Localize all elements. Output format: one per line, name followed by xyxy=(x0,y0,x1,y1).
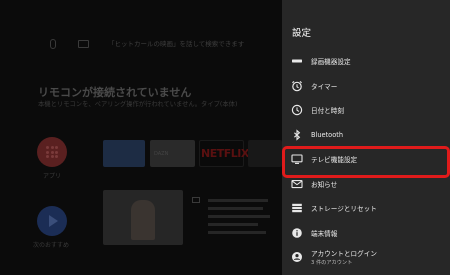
alarm-clock-icon xyxy=(291,80,303,92)
mail-icon xyxy=(291,178,303,190)
featured-text-line xyxy=(208,223,258,226)
settings-title: 設定 xyxy=(292,28,312,39)
settings-item-date-time[interactable]: 日付と時刻 xyxy=(282,98,450,123)
microphone-icon xyxy=(50,39,56,49)
recorder-icon xyxy=(291,55,303,67)
app-tile-2-label: DAZN xyxy=(154,151,169,157)
netflix-logo: NETFLIX xyxy=(201,147,249,160)
settings-panel: 設定 録画機器設定 タイマー 日付と時刻 Bluetooth テレビ機能設定 お… xyxy=(282,0,450,275)
settings-item-device-info[interactable]: 端末情報 xyxy=(282,221,450,246)
bluetooth-icon xyxy=(291,129,303,141)
settings-item-label: Bluetooth xyxy=(311,130,344,139)
settings-item-bluetooth[interactable]: Bluetooth xyxy=(282,123,450,148)
remote-not-connected-title: リモコンが接続されていません xyxy=(38,86,192,99)
settings-item-label: 日付と時刻 xyxy=(311,107,344,116)
play-triangle-icon xyxy=(49,215,58,227)
settings-item-label: テレビ機能設定 xyxy=(311,156,358,165)
featured-text-line xyxy=(208,215,270,218)
settings-item-label: ストレージとリセット xyxy=(311,205,377,214)
settings-item-notifications[interactable]: お知らせ xyxy=(282,172,450,197)
featured-text-line xyxy=(208,199,268,202)
settings-item-sublabel: 3 件のアカウント xyxy=(311,260,353,266)
search-hint: 「ヒットカールの映画」を話して検索できます xyxy=(108,40,245,48)
apps-grid-icon xyxy=(46,146,58,158)
clock-icon xyxy=(291,104,303,116)
apps-label: アプリ xyxy=(43,173,62,180)
settings-item-timer[interactable]: タイマー xyxy=(282,74,450,99)
settings-item-tv-settings[interactable]: テレビ機能設定 xyxy=(282,146,450,178)
storage-icon xyxy=(291,202,303,214)
info-icon xyxy=(291,227,303,239)
settings-item-accounts[interactable]: アカウントとログイン 3 件のアカウント xyxy=(282,245,450,270)
settings-item-storage-reset[interactable]: ストレージとリセット xyxy=(282,196,450,221)
tv-icon xyxy=(291,153,303,165)
settings-item-label: タイマー xyxy=(311,82,338,91)
settings-menu: 録画機器設定 タイマー 日付と時刻 Bluetooth テレビ機能設定 お知らせ… xyxy=(282,49,450,270)
featured-text-line xyxy=(208,207,263,210)
play-next-label: 次のおすすめ xyxy=(33,242,70,249)
app-tile-1 xyxy=(103,140,145,167)
featured-text-line xyxy=(208,231,266,234)
settings-item-label: 録画機器設定 xyxy=(311,58,351,67)
settings-item-recorder[interactable]: 録画機器設定 xyxy=(282,49,450,74)
keyboard-icon xyxy=(78,40,89,48)
settings-item-label: 端末情報 xyxy=(311,229,338,238)
settings-item-label: アカウントとログイン xyxy=(311,250,377,258)
featured-content-image xyxy=(131,200,155,240)
featured-info-icon xyxy=(192,197,200,203)
home-screen-background: 「ヒットカールの映画」を話して検索できます リモコンが接続されていません 本機と… xyxy=(0,0,282,275)
app-tile-4 xyxy=(248,140,282,167)
account-icon xyxy=(291,251,303,263)
settings-item-label: お知らせ xyxy=(311,180,338,189)
remote-not-connected-body: 本機とリモコンを、ペアリング操作が行われていません。タイプ(本体) xyxy=(38,101,238,108)
